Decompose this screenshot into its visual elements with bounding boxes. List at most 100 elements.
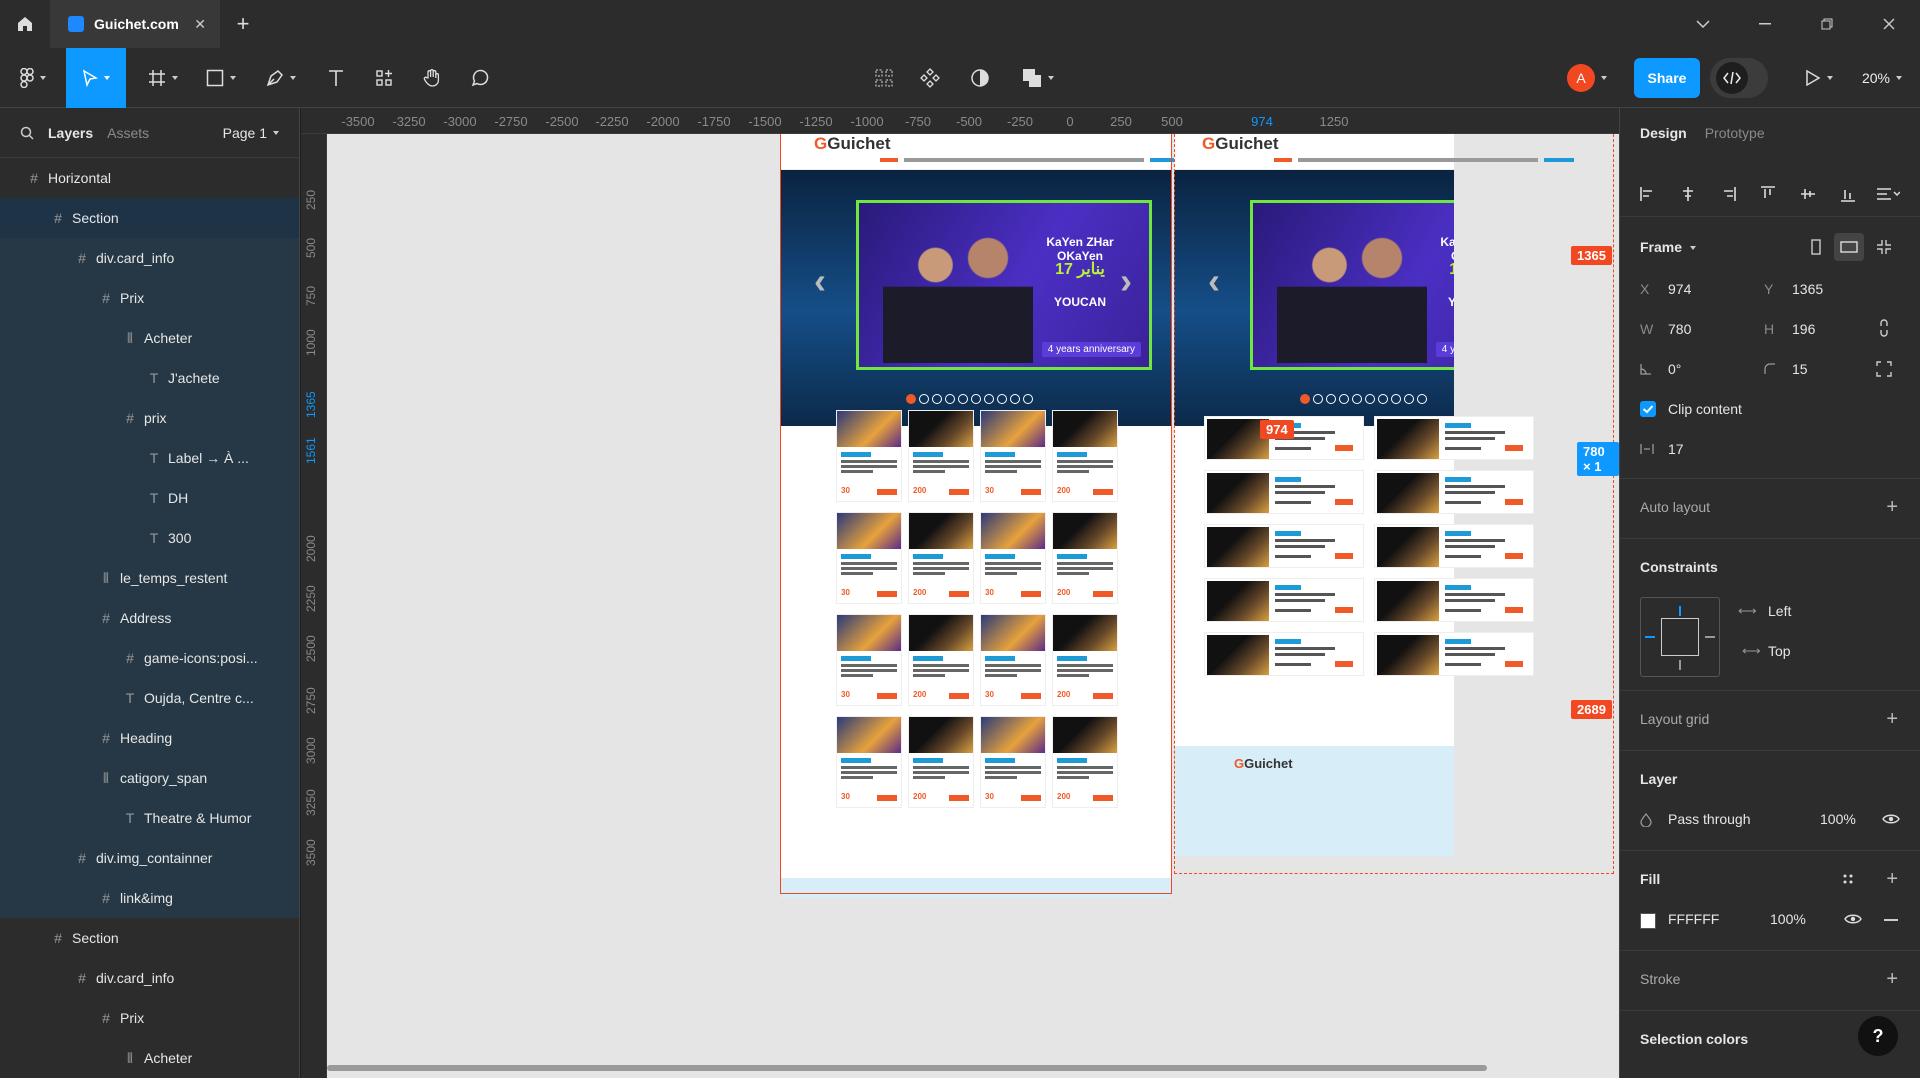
layer-row[interactable]: T Oujda, Centre c... [0, 678, 299, 718]
mask-tool[interactable] [962, 48, 998, 108]
align-bottom-icon[interactable] [1840, 186, 1856, 202]
layer-row[interactable]: ⫴ Acheter [0, 1038, 299, 1078]
layer-row[interactable]: T Theatre & Humor [0, 798, 299, 838]
height-input[interactable]: 196 [1792, 321, 1815, 337]
pen-tool[interactable] [258, 48, 304, 108]
frame-tool[interactable] [140, 48, 186, 108]
blend-mode-select[interactable]: Pass through [1668, 811, 1751, 827]
design-canvas[interactable]: GGuichet ‹ KaYen ZHar OKaYen 17 يناير YOUC… [327, 134, 1619, 1078]
layer-row[interactable]: T Label → À ... [0, 438, 299, 478]
constraint-right-marker[interactable] [1705, 636, 1715, 638]
layer-row[interactable]: # prix [0, 398, 299, 438]
component-tool[interactable] [912, 48, 948, 108]
layer-opacity-input[interactable]: 100% [1820, 811, 1856, 827]
layer-row[interactable]: # Horizontal [0, 158, 299, 198]
layer-row[interactable]: # Prix [0, 998, 299, 1038]
layer-row[interactable]: T DH [0, 478, 299, 518]
horizontal-constraint-select[interactable]: Left [1768, 603, 1791, 619]
fill-swatch[interactable] [1640, 913, 1656, 929]
style-grid-icon[interactable] [1842, 873, 1854, 885]
layer-row[interactable]: # Heading [0, 718, 299, 758]
layer-row[interactable]: ⫴ catigory_span [0, 758, 299, 798]
corner-radius-input[interactable]: 15 [1792, 361, 1808, 377]
eye-icon[interactable] [1844, 913, 1862, 925]
new-tab-button[interactable]: + [220, 0, 266, 48]
layer-row[interactable]: # Section [0, 918, 299, 958]
browser-tab[interactable]: Guichet.com ✕ [50, 0, 220, 48]
fill-opacity-input[interactable]: 100% [1770, 911, 1806, 927]
add-layout-grid-icon[interactable]: + [1886, 709, 1898, 729]
tab-assets[interactable]: Assets [107, 125, 149, 141]
comment-tool[interactable] [462, 48, 498, 108]
align-center-vertical-icon[interactable] [1800, 186, 1816, 202]
layer-row[interactable]: # div.card_info [0, 238, 299, 278]
spacing-input[interactable]: 17 [1668, 441, 1684, 457]
align-top-icon[interactable] [1760, 186, 1776, 202]
layer-row[interactable]: # game-icons:posi... [0, 638, 299, 678]
grid-selection-tool[interactable] [866, 48, 902, 108]
layer-row[interactable]: # link&img [0, 878, 299, 918]
add-fill-icon[interactable]: + [1886, 869, 1898, 889]
present-button[interactable] [1796, 48, 1842, 108]
boolean-tool[interactable] [1012, 48, 1064, 108]
share-button[interactable]: Share [1634, 58, 1700, 98]
scrollbar-thumb[interactable] [327, 1065, 1487, 1071]
frame-title[interactable]: Frame [1640, 239, 1682, 255]
independent-corners-icon[interactable] [1876, 361, 1892, 377]
eye-icon[interactable] [1882, 813, 1900, 825]
layer-row[interactable]: # Section [0, 198, 299, 238]
layer-row[interactable]: # div.card_info [0, 958, 299, 998]
close-window-button[interactable] [1858, 0, 1920, 48]
restore-button[interactable] [1796, 0, 1858, 48]
add-stroke-icon[interactable]: + [1886, 969, 1898, 989]
portrait-icon[interactable] [1810, 239, 1822, 255]
width-input[interactable]: 780 [1668, 321, 1691, 337]
vertical-constraint-select[interactable]: Top [1768, 643, 1791, 659]
align-center-horizontal-icon[interactable] [1680, 186, 1696, 202]
constraints-widget[interactable] [1640, 597, 1720, 677]
x-input[interactable]: 974 [1668, 281, 1691, 297]
home-button[interactable] [0, 0, 50, 48]
text-tool[interactable] [318, 48, 354, 108]
hand-tool[interactable] [414, 48, 450, 108]
add-auto-layout-icon[interactable]: + [1886, 497, 1898, 517]
align-right-icon[interactable] [1720, 186, 1736, 202]
shape-tool[interactable] [198, 48, 244, 108]
tab-layers[interactable]: Layers [48, 125, 93, 141]
layer-row[interactable]: T 300 [0, 518, 299, 558]
tab-design[interactable]: Design [1640, 125, 1687, 141]
move-tool[interactable] [66, 48, 126, 108]
landscape-button[interactable] [1834, 233, 1864, 261]
user-avatar-menu[interactable]: A [1560, 48, 1614, 108]
fill-hex-input[interactable]: FFFFFF [1668, 911, 1719, 927]
main-menu-button[interactable] [10, 48, 56, 108]
tabs-dropdown-button[interactable] [1672, 0, 1734, 48]
layer-row[interactable]: ⫴ le_temps_restent [0, 558, 299, 598]
resources-tool[interactable] [366, 48, 402, 108]
remove-fill-icon[interactable] [1884, 919, 1898, 921]
zoom-menu[interactable]: 20% [1852, 48, 1912, 108]
layer-row[interactable]: # div.img_containner [0, 838, 299, 878]
distribute-icon[interactable] [1876, 186, 1900, 202]
clip-content-checkbox[interactable] [1640, 401, 1656, 417]
resize-to-fit-icon[interactable] [1876, 239, 1892, 255]
dev-mode-toggle[interactable] [1710, 58, 1768, 98]
layer-row[interactable]: # Prix [0, 278, 299, 318]
search-icon[interactable] [20, 126, 34, 140]
page-selector[interactable]: Page 1 [223, 125, 279, 141]
tab-prototype[interactable]: Prototype [1705, 125, 1765, 141]
constraint-top-marker[interactable] [1679, 606, 1681, 616]
y-input[interactable]: 1365 [1792, 281, 1823, 297]
help-button[interactable]: ? [1858, 1016, 1898, 1056]
align-left-icon[interactable] [1640, 186, 1656, 202]
minimize-button[interactable] [1734, 0, 1796, 48]
close-tab-icon[interactable]: ✕ [194, 16, 206, 33]
constrain-proportions-icon[interactable] [1878, 319, 1890, 337]
constraint-left-marker[interactable] [1645, 636, 1655, 638]
layer-row[interactable]: ⫴ Acheter [0, 318, 299, 358]
layer-row[interactable]: # Address [0, 598, 299, 638]
canvas-scrollbar[interactable] [327, 1064, 1619, 1072]
rotation-input[interactable]: 0° [1668, 361, 1681, 377]
constraint-bottom-marker[interactable] [1679, 660, 1681, 670]
layer-row[interactable]: T J'achete [0, 358, 299, 398]
